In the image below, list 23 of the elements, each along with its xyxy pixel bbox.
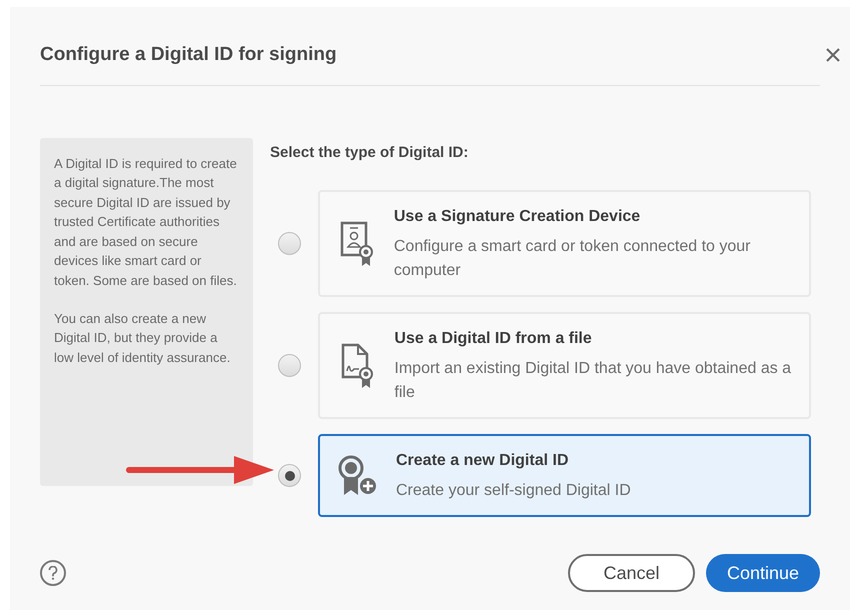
- option-card[interactable]: Use a Digital ID from a file Import an existing Digital ID that you have obtained as a file: [318, 312, 811, 419]
- radio-button[interactable]: [278, 354, 301, 377]
- ribbon-plus-icon: [338, 454, 378, 496]
- option-card[interactable]: Use a Signature Creation Device Configure a smart card or token connected to your computer: [318, 190, 811, 297]
- option-description: Configure a smart card or token connected to your computer: [394, 236, 752, 280]
- document-ribbon-icon: [340, 342, 374, 388]
- info-text: You can also create a new Digital ID, but they provide a low level of identity assurance.: [54, 310, 232, 367]
- radio-button[interactable]: [278, 232, 301, 255]
- option-title: Use a Signature Creation Device: [394, 206, 642, 226]
- option-description: Create your self-signed Digital ID: [396, 480, 631, 500]
- dialog-title: Configure a Digital ID for signing: [40, 43, 337, 67]
- id-card-ribbon-icon: [340, 220, 374, 266]
- option-title: Create a new Digital ID: [396, 450, 570, 470]
- info-text: A Digital ID is required to create a digital signature.The most secure Digital ID are issued by trusted Certificate authorities and are based on secure devices like smart card or token. Some are based on files.: [54, 154, 238, 290]
- cancel-button[interactable]: Cancel: [568, 554, 695, 592]
- radio-button[interactable]: [278, 464, 301, 487]
- option-title: Use a Digital ID from a file: [394, 328, 593, 348]
- close-icon[interactable]: [826, 48, 840, 62]
- prompt-heading: Select the type of Digital ID:: [270, 142, 470, 162]
- option-card[interactable]: Create a new Digital ID Create your self-signed Digital ID: [318, 434, 811, 517]
- option-description: Import an existing Digital ID that you have obtained as a file: [394, 358, 792, 402]
- help-icon[interactable]: [40, 560, 66, 586]
- continue-button[interactable]: Continue: [706, 554, 820, 592]
